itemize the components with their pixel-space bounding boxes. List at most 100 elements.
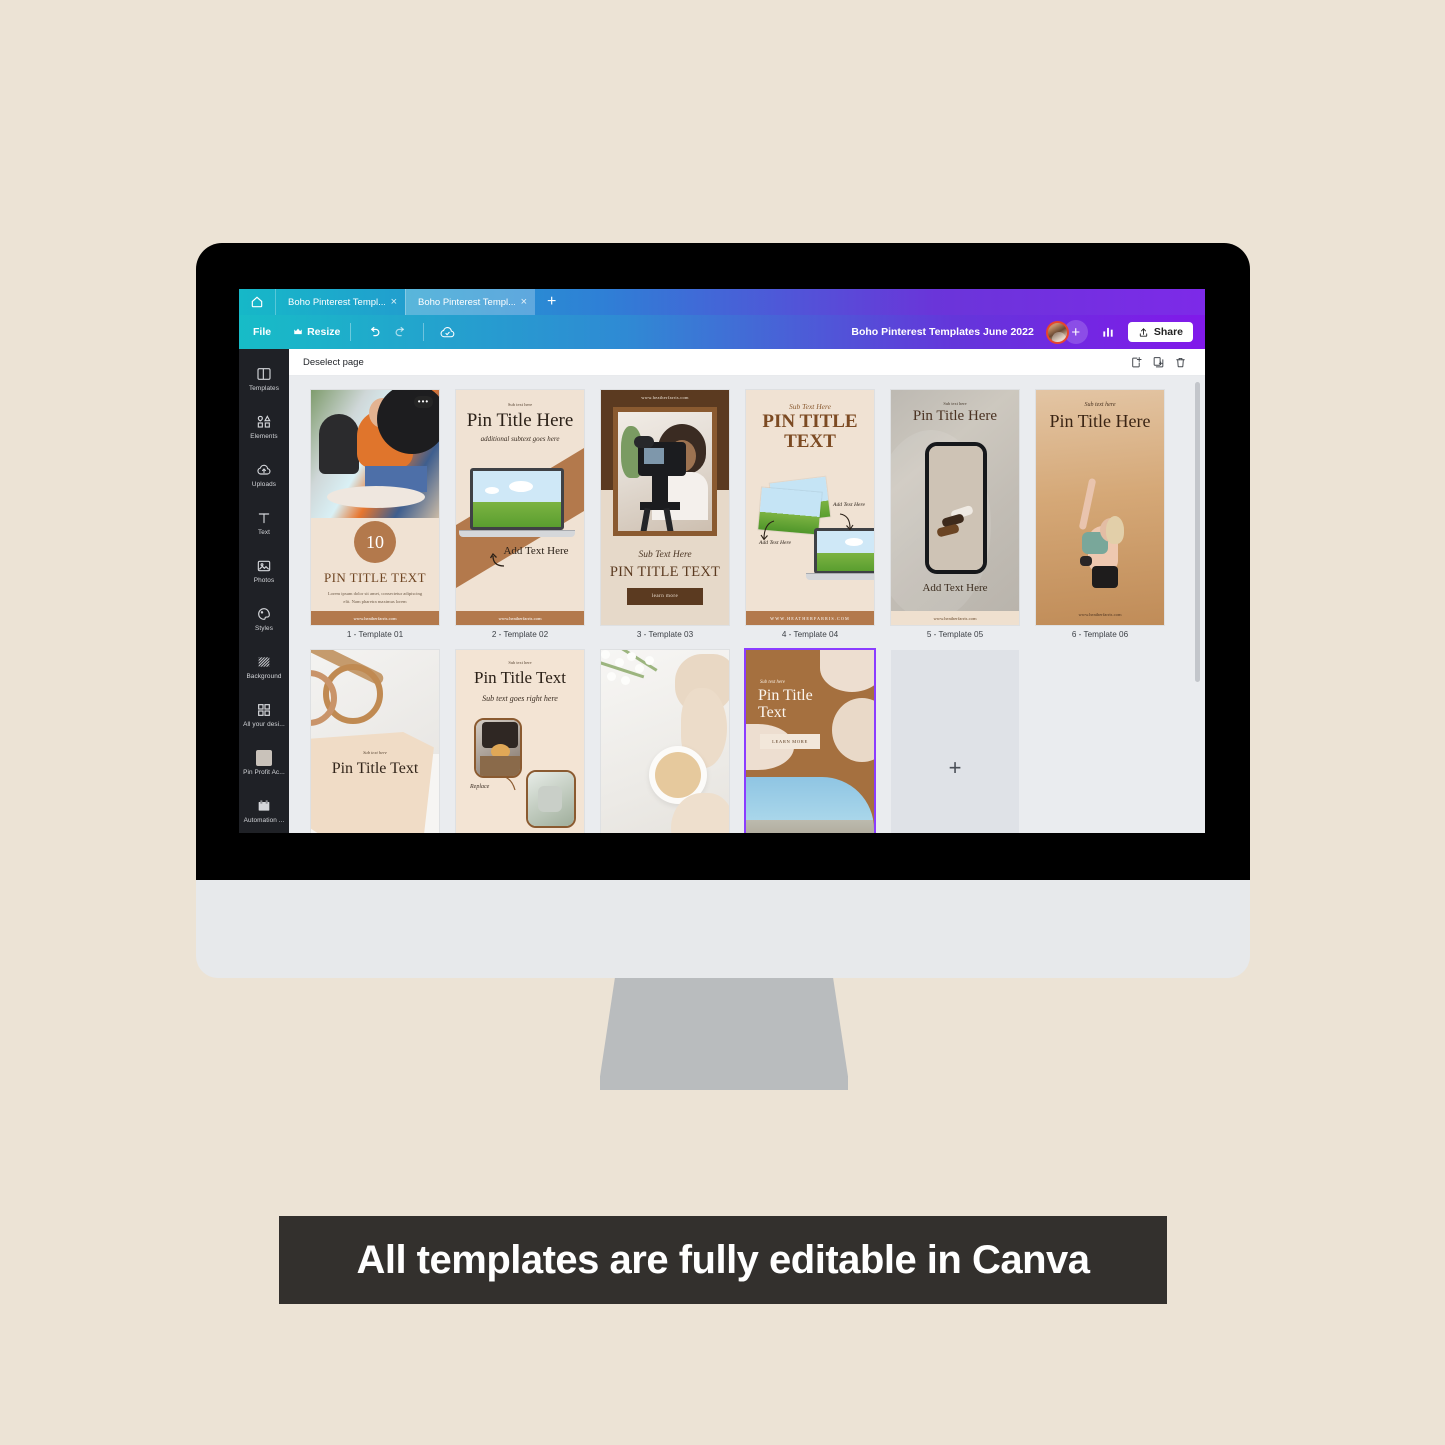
page-3-url-top: www.heatherfarris.com: [641, 395, 689, 400]
uploads-icon: [257, 464, 271, 475]
page-6-title: Pin Title Here: [1049, 411, 1151, 431]
resize-button[interactable]: Resize: [293, 326, 340, 338]
page-8-subtext: Sub text here: [508, 660, 532, 665]
close-icon[interactable]: ×: [391, 296, 397, 308]
share-button[interactable]: Share: [1127, 322, 1193, 342]
page-10-subtext: Sub text here: [760, 680, 785, 685]
page-2-title: Pin Title Here: [466, 410, 574, 431]
page-8-title: Pin Title Text: [473, 668, 567, 687]
resize-label: Resize: [307, 326, 341, 338]
page-10-button-label: LEARN MORE: [772, 739, 808, 744]
duplicate-page-icon[interactable]: [1147, 352, 1169, 372]
curved-arrow-icon: [504, 776, 516, 791]
styles-palette-icon: [258, 608, 270, 620]
automation-icon: [258, 800, 270, 811]
monitor-stand: [600, 978, 848, 1090]
page-thumbnail-10[interactable]: Sub text here Pin Title Text LEARN MORE: [744, 648, 876, 833]
templates-icon: [257, 368, 271, 380]
page-4-title: PIN TITLE TEXT: [762, 411, 858, 452]
editor-sidebar: Templates Elements Uploads Text Photos S…: [239, 349, 289, 833]
page-6-url: www.heatherfarris.com: [1078, 611, 1122, 617]
sidebar-item-all-your-designs[interactable]: All your desi...: [239, 691, 289, 739]
page-cell[interactable]: Sub text here Pin Title Here additional …: [456, 390, 584, 650]
home-icon[interactable]: [239, 289, 275, 315]
background-icon: [258, 657, 270, 667]
page-thumbnail-2[interactable]: Sub text here Pin Title Here additional …: [456, 390, 584, 625]
page-grid-scroll-area[interactable]: ••• 10 PIN TITLE TEXT Lorem ipsum dolor …: [289, 376, 1205, 833]
page-2-subtext: Sub text here: [507, 402, 533, 407]
browser-tab-2[interactable]: Boho Pinterest Templ... ×: [405, 289, 535, 315]
page-more-options-icon[interactable]: •••: [414, 396, 433, 408]
page-cell[interactable]: 9 - Template 09: [601, 650, 729, 833]
page-thumbnail-9[interactable]: [601, 650, 729, 833]
page-7-title: Pin Title Text: [331, 760, 419, 777]
add-page-icon[interactable]: [1125, 352, 1147, 372]
page-4-callout-right: Add Text Here: [833, 502, 865, 508]
undo-icon[interactable]: [361, 321, 387, 343]
page-panel-header: Deselect page: [289, 349, 1205, 376]
page-cell[interactable]: Sub text here Pin Title Text 7 - Templat…: [311, 650, 439, 833]
sidebar-item-label: Uploads: [251, 481, 277, 488]
sidebar-item-uploads[interactable]: Uploads: [239, 451, 289, 499]
sidebar-item-background[interactable]: Background: [239, 643, 289, 691]
page-cell[interactable]: Sub text here Pin Title Here www.heather…: [1036, 390, 1164, 650]
page-thumbnail-1[interactable]: ••• 10 PIN TITLE TEXT Lorem ipsum dolor …: [311, 390, 439, 625]
page-2-subtitle: additional subtext goes here: [480, 435, 560, 443]
page-caption: 1 - Template 01: [346, 630, 404, 639]
page-5-title: Pin Title Here: [912, 408, 998, 424]
page-5-subtext: Sub text here: [943, 401, 967, 406]
page-cell[interactable]: Sub text here Pin Title Text Sub text go…: [456, 650, 584, 833]
page-3-subtext: Sub Text Here: [638, 550, 692, 560]
toolbar-divider: [423, 323, 425, 341]
page-thumbnail-5[interactable]: Sub text here Pin Title Here Add Text He…: [891, 390, 1019, 625]
page-5-url: www.heatherfarris.com: [891, 611, 1019, 625]
page-3-learn-more-button[interactable]: learn more: [627, 588, 703, 605]
page-thumbnail-8[interactable]: Sub text here Pin Title Text Sub text go…: [456, 650, 584, 833]
vertical-scrollbar[interactable]: [1195, 382, 1200, 682]
file-menu-button[interactable]: File: [253, 326, 271, 338]
page-caption: 6 - Template 06: [1071, 630, 1129, 639]
page-thumbnail-3[interactable]: www.heatherfarris.com Sub Text Here PIN …: [601, 390, 729, 625]
redo-icon[interactable]: [387, 321, 413, 343]
sidebar-item-styles[interactable]: Styles: [239, 595, 289, 643]
sidebar-item-templates[interactable]: Templates: [239, 355, 289, 403]
sidebar-item-photos[interactable]: Photos: [239, 547, 289, 595]
cloud-saved-icon[interactable]: [434, 321, 460, 343]
editor-body: Templates Elements Uploads Text Photos S…: [239, 349, 1205, 833]
user-avatar[interactable]: [1045, 320, 1069, 344]
page-1-title: PIN TITLE TEXT: [324, 570, 426, 585]
deselect-page-button[interactable]: Deselect page: [303, 357, 364, 368]
page-3-title: PIN TITLE TEXT: [609, 564, 721, 580]
sidebar-item-label: Elements: [250, 433, 278, 440]
add-page-button[interactable]: +: [891, 650, 1019, 833]
page-thumbnail-7[interactable]: Sub text here Pin Title Text: [311, 650, 439, 833]
page-3-button-label: learn more: [651, 594, 679, 599]
page-cell[interactable]: www.heatherfarris.com Sub Text Here PIN …: [601, 390, 729, 650]
insights-bar-chart-icon[interactable]: [1094, 325, 1122, 339]
page-cell[interactable]: ••• 10 PIN TITLE TEXT Lorem ipsum dolor …: [311, 390, 439, 650]
crown-icon: [294, 328, 302, 335]
sidebar-item-text[interactable]: Text: [239, 499, 289, 547]
sidebar-item-label: Pin Profit Ac...: [243, 769, 285, 776]
sidebar-item-label: Text: [257, 529, 271, 536]
page-cell-selected[interactable]: Sub text here Pin Title Text LEARN MORE: [744, 648, 876, 833]
delete-page-icon[interactable]: [1169, 352, 1191, 372]
page-1-badge-number: 10: [366, 531, 384, 552]
sidebar-item-elements[interactable]: Elements: [239, 403, 289, 451]
sidebar-item-pin-profit-academy[interactable]: Pin Profit Ac...: [239, 739, 289, 787]
add-page-cell[interactable]: +: [891, 650, 1019, 833]
page-thumbnail-4[interactable]: Sub Text Here PIN TITLE TEXT Add Text He…: [746, 390, 874, 625]
sidebar-item-label: All your desi...: [243, 721, 285, 728]
document-title[interactable]: Boho Pinterest Templates June 2022: [851, 326, 1033, 338]
page-cell[interactable]: Sub Text Here PIN TITLE TEXT Add Text He…: [746, 390, 874, 650]
new-tab-button[interactable]: +: [535, 289, 568, 315]
page-cell[interactable]: Sub text here Pin Title Here Add Text He…: [891, 390, 1019, 650]
browser-tab-2-title: Boho Pinterest Templ...: [418, 296, 515, 308]
sidebar-item-label: Background: [246, 673, 282, 680]
sidebar-item-automation[interactable]: Automation ...: [239, 787, 289, 833]
close-icon[interactable]: ×: [521, 296, 527, 308]
page-1-body: Lorem ipsum dolor sit amet, consectetur …: [327, 591, 423, 605]
browser-tab-1[interactable]: Boho Pinterest Templ... ×: [275, 289, 405, 315]
page-thumbnail-6[interactable]: Sub text here Pin Title Here www.heather…: [1036, 390, 1164, 625]
page-10-learn-more-button[interactable]: LEARN MORE: [760, 734, 820, 749]
